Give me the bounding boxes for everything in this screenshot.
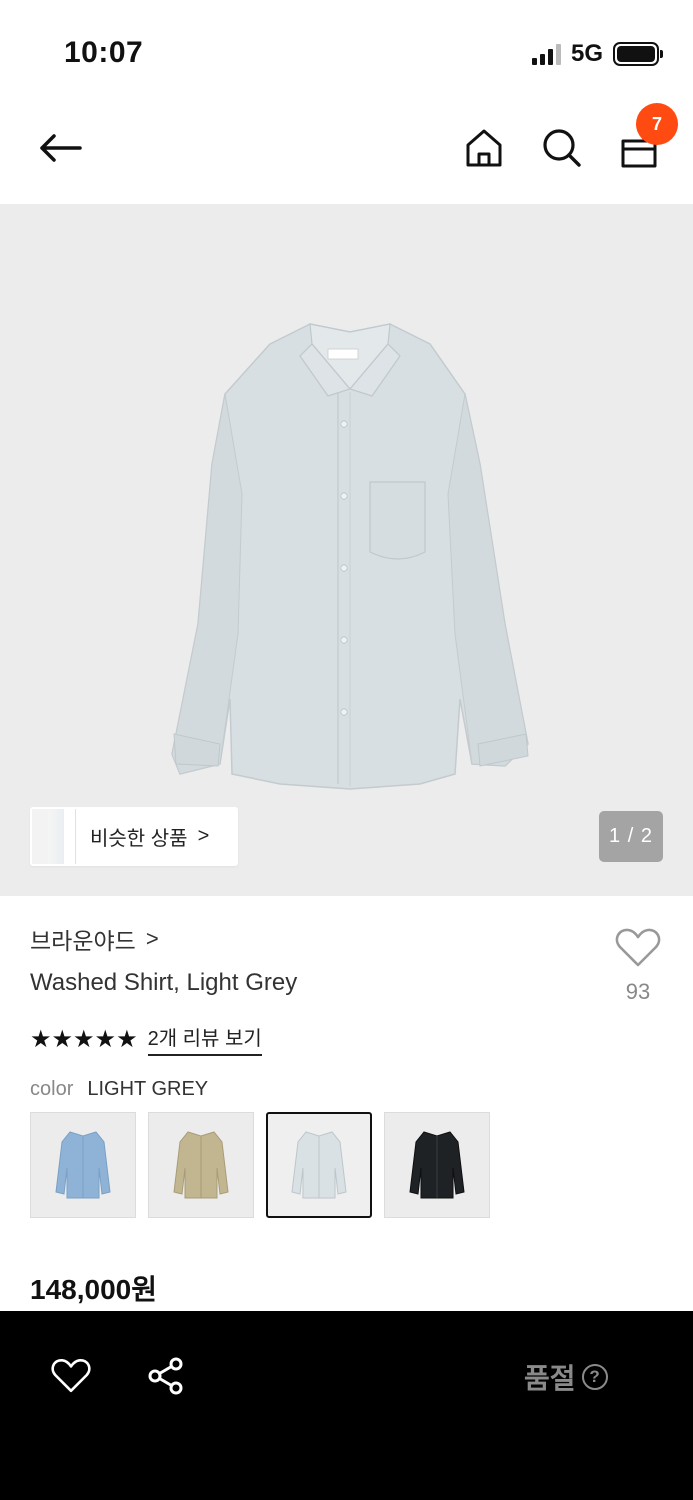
swatch-black[interactable]: [384, 1112, 490, 1218]
like-button[interactable]: 93: [608, 928, 668, 1005]
color-row: color LIGHT GREY: [30, 1078, 208, 1101]
sold-out-label: 품절: [524, 1363, 576, 1394]
similar-products-button[interactable]: 비슷한 상품 >: [30, 807, 238, 866]
bottom-action-bar: 품절 ?: [0, 1311, 693, 1500]
home-icon: [466, 129, 502, 167]
sold-out-status: 품절 ?: [524, 1357, 608, 1397]
back-arrow-icon: [40, 134, 82, 162]
battery-icon: [613, 42, 663, 66]
brand-link[interactable]: 브라운야드 >: [30, 922, 159, 956]
chevron-right-icon: >: [197, 825, 210, 847]
swatch-beige[interactable]: [148, 1112, 254, 1218]
signal-icon: [531, 43, 561, 65]
status-time: 10:07: [64, 36, 144, 69]
color-label: color: [30, 1078, 74, 1100]
color-swatches: [30, 1112, 490, 1218]
brand-name: 브라운야드: [30, 928, 136, 954]
help-icon[interactable]: ?: [581, 1364, 608, 1390]
like-count: 93: [625, 979, 651, 1004]
search-icon: [543, 129, 581, 167]
heart-icon: [615, 928, 661, 967]
status-indicators: 5G: [531, 40, 663, 68]
shirt-thumbnail-light-grey: [291, 1131, 347, 1199]
heart-icon: [51, 1359, 91, 1393]
similar-products-label: 비슷한 상품: [90, 828, 188, 850]
shirt-thumbnail-black: [409, 1131, 465, 1199]
bottom-like-button[interactable]: [48, 1353, 94, 1399]
shirt-thumbnail-beige: [173, 1131, 229, 1199]
product-image-shirt: [171, 323, 529, 790]
swatch-light-grey[interactable]: [266, 1112, 372, 1218]
swatch-light-blue[interactable]: [30, 1112, 136, 1218]
product-image-carousel[interactable]: 비슷한 상품 > 1 / 2: [0, 204, 693, 896]
back-button[interactable]: [32, 120, 88, 176]
share-icon: [148, 1357, 183, 1395]
chevron-right-icon: >: [145, 926, 159, 951]
shirt-thumbnail-light-blue: [55, 1131, 111, 1199]
search-button[interactable]: [534, 120, 590, 176]
status-bar: 10:07 5G: [0, 0, 693, 100]
color-value: LIGHT GREY: [87, 1078, 209, 1100]
view-reviews-link[interactable]: 2개 리뷰 보기: [147, 1022, 262, 1056]
cart-count-badge: 7: [636, 103, 678, 145]
rating-row: ★★★★★ 2개 리뷰 보기: [30, 1022, 262, 1056]
product-name: Washed Shirt, Light Grey: [30, 969, 298, 996]
network-type: 5G: [570, 40, 603, 67]
top-nav: [0, 100, 693, 204]
share-button[interactable]: [143, 1353, 189, 1399]
star-rating-icon: ★★★★★: [30, 1025, 138, 1053]
home-button[interactable]: [456, 120, 512, 176]
similar-products-thumbnails: [30, 807, 90, 866]
image-page-indicator: 1 / 2: [599, 811, 663, 862]
product-price: 148,000원: [30, 1274, 157, 1305]
